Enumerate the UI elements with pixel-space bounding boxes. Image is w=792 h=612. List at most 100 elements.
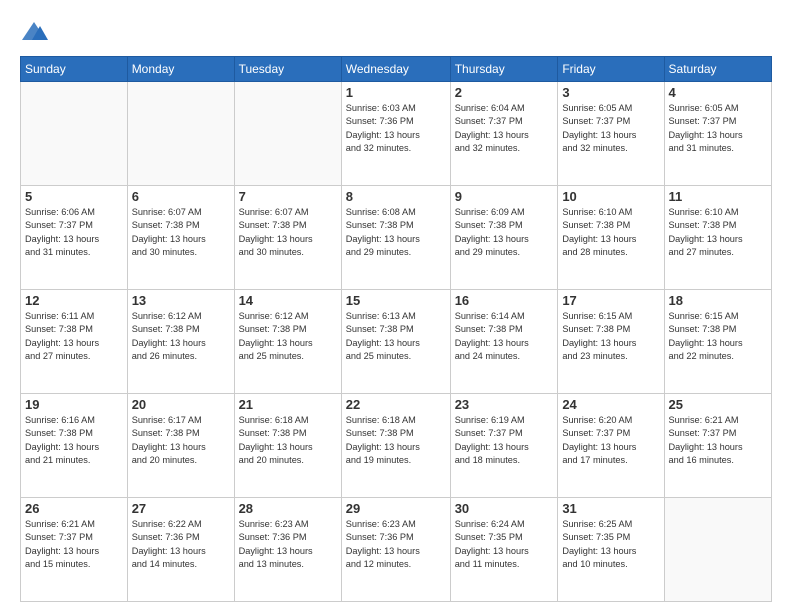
day-info: Sunrise: 6:07 AM Sunset: 7:38 PM Dayligh… — [132, 206, 230, 259]
day-info: Sunrise: 6:05 AM Sunset: 7:37 PM Dayligh… — [669, 102, 767, 155]
calendar-cell — [21, 82, 128, 186]
calendar-cell: 8 Sunrise: 6:08 AM Sunset: 7:38 PM Daylig… — [341, 186, 450, 290]
calendar-cell: 26 Sunrise: 6:21 AM Sunset: 7:37 PM Dayli… — [21, 498, 128, 602]
day-number: 20 — [132, 397, 230, 412]
calendar-cell: 9 Sunrise: 6:09 AM Sunset: 7:38 PM Daylig… — [450, 186, 558, 290]
calendar-cell — [127, 82, 234, 186]
day-info: Sunrise: 6:21 AM Sunset: 7:37 PM Dayligh… — [669, 414, 767, 467]
day-info: Sunrise: 6:24 AM Sunset: 7:35 PM Dayligh… — [455, 518, 554, 571]
calendar-cell: 17 Sunrise: 6:15 AM Sunset: 7:38 PM Dayli… — [558, 290, 664, 394]
calendar-cell: 10 Sunrise: 6:10 AM Sunset: 7:38 PM Dayli… — [558, 186, 664, 290]
day-number: 17 — [562, 293, 659, 308]
header-day: Monday — [127, 57, 234, 82]
calendar-cell: 15 Sunrise: 6:13 AM Sunset: 7:38 PM Dayli… — [341, 290, 450, 394]
day-number: 28 — [239, 501, 337, 516]
day-info: Sunrise: 6:03 AM Sunset: 7:36 PM Dayligh… — [346, 102, 446, 155]
logo — [20, 18, 52, 46]
day-info: Sunrise: 6:12 AM Sunset: 7:38 PM Dayligh… — [239, 310, 337, 363]
day-info: Sunrise: 6:21 AM Sunset: 7:37 PM Dayligh… — [25, 518, 123, 571]
day-number: 25 — [669, 397, 767, 412]
day-number: 9 — [455, 189, 554, 204]
day-number: 27 — [132, 501, 230, 516]
header-row: SundayMondayTuesdayWednesdayThursdayFrid… — [21, 57, 772, 82]
day-info: Sunrise: 6:20 AM Sunset: 7:37 PM Dayligh… — [562, 414, 659, 467]
header-day: Wednesday — [341, 57, 450, 82]
day-info: Sunrise: 6:04 AM Sunset: 7:37 PM Dayligh… — [455, 102, 554, 155]
day-info: Sunrise: 6:08 AM Sunset: 7:38 PM Dayligh… — [346, 206, 446, 259]
calendar-cell — [234, 82, 341, 186]
day-number: 12 — [25, 293, 123, 308]
day-info: Sunrise: 6:18 AM Sunset: 7:38 PM Dayligh… — [239, 414, 337, 467]
calendar-cell: 30 Sunrise: 6:24 AM Sunset: 7:35 PM Dayli… — [450, 498, 558, 602]
calendar-body: 1 Sunrise: 6:03 AM Sunset: 7:36 PM Daylig… — [21, 82, 772, 602]
day-number: 10 — [562, 189, 659, 204]
day-number: 16 — [455, 293, 554, 308]
day-info: Sunrise: 6:10 AM Sunset: 7:38 PM Dayligh… — [669, 206, 767, 259]
day-number: 1 — [346, 85, 446, 100]
day-number: 8 — [346, 189, 446, 204]
calendar-cell: 18 Sunrise: 6:15 AM Sunset: 7:38 PM Dayli… — [664, 290, 771, 394]
calendar-cell: 22 Sunrise: 6:18 AM Sunset: 7:38 PM Dayli… — [341, 394, 450, 498]
calendar-cell: 4 Sunrise: 6:05 AM Sunset: 7:37 PM Daylig… — [664, 82, 771, 186]
calendar-week-row: 26 Sunrise: 6:21 AM Sunset: 7:37 PM Dayli… — [21, 498, 772, 602]
calendar-cell: 23Sunrise: 6:19 AM Sunset: 7:37 PM Dayli… — [450, 394, 558, 498]
calendar-cell: 31 Sunrise: 6:25 AM Sunset: 7:35 PM Dayli… — [558, 498, 664, 602]
day-info: Sunrise: 6:18 AM Sunset: 7:38 PM Dayligh… — [346, 414, 446, 467]
day-number: 22 — [346, 397, 446, 412]
calendar-week-row: 12 Sunrise: 6:11 AM Sunset: 7:38 PM Dayli… — [21, 290, 772, 394]
day-info: Sunrise: 6:13 AM Sunset: 7:38 PM Dayligh… — [346, 310, 446, 363]
calendar-cell: 6 Sunrise: 6:07 AM Sunset: 7:38 PM Daylig… — [127, 186, 234, 290]
day-number: 21 — [239, 397, 337, 412]
day-number: 30 — [455, 501, 554, 516]
calendar-week-row: 5 Sunrise: 6:06 AM Sunset: 7:37 PM Daylig… — [21, 186, 772, 290]
calendar-cell: 16Sunrise: 6:14 AM Sunset: 7:38 PM Dayli… — [450, 290, 558, 394]
day-number: 11 — [669, 189, 767, 204]
day-number: 26 — [25, 501, 123, 516]
day-number: 18 — [669, 293, 767, 308]
calendar-cell: 19 Sunrise: 6:16 AM Sunset: 7:38 PM Dayli… — [21, 394, 128, 498]
day-info: Sunrise: 6:09 AM Sunset: 7:38 PM Dayligh… — [455, 206, 554, 259]
day-number: 31 — [562, 501, 659, 516]
calendar-header: SundayMondayTuesdayWednesdayThursdayFrid… — [21, 57, 772, 82]
calendar-cell: 21 Sunrise: 6:18 AM Sunset: 7:38 PM Dayli… — [234, 394, 341, 498]
header-day: Thursday — [450, 57, 558, 82]
day-number: 19 — [25, 397, 123, 412]
day-info: Sunrise: 6:11 AM Sunset: 7:38 PM Dayligh… — [25, 310, 123, 363]
day-number: 23 — [455, 397, 554, 412]
day-number: 29 — [346, 501, 446, 516]
calendar-cell: 14Sunrise: 6:12 AM Sunset: 7:38 PM Dayli… — [234, 290, 341, 394]
day-info: Sunrise: 6:10 AM Sunset: 7:38 PM Dayligh… — [562, 206, 659, 259]
day-number: 15 — [346, 293, 446, 308]
day-info: Sunrise: 6:16 AM Sunset: 7:38 PM Dayligh… — [25, 414, 123, 467]
day-info: Sunrise: 6:22 AM Sunset: 7:36 PM Dayligh… — [132, 518, 230, 571]
day-info: Sunrise: 6:06 AM Sunset: 7:37 PM Dayligh… — [25, 206, 123, 259]
header-day: Tuesday — [234, 57, 341, 82]
calendar-table: SundayMondayTuesdayWednesdayThursdayFrid… — [20, 56, 772, 602]
logo-icon — [20, 18, 48, 46]
header — [20, 18, 772, 46]
day-number: 5 — [25, 189, 123, 204]
calendar-cell: 5 Sunrise: 6:06 AM Sunset: 7:37 PM Daylig… — [21, 186, 128, 290]
header-day: Friday — [558, 57, 664, 82]
calendar-cell: 2 Sunrise: 6:04 AM Sunset: 7:37 PM Daylig… — [450, 82, 558, 186]
calendar-cell: 12 Sunrise: 6:11 AM Sunset: 7:38 PM Dayli… — [21, 290, 128, 394]
day-info: Sunrise: 6:25 AM Sunset: 7:35 PM Dayligh… — [562, 518, 659, 571]
day-info: Sunrise: 6:15 AM Sunset: 7:38 PM Dayligh… — [562, 310, 659, 363]
calendar-cell: 28 Sunrise: 6:23 AM Sunset: 7:36 PM Dayli… — [234, 498, 341, 602]
header-day: Sunday — [21, 57, 128, 82]
day-number: 2 — [455, 85, 554, 100]
calendar-cell: 7Sunrise: 6:07 AM Sunset: 7:38 PM Daylig… — [234, 186, 341, 290]
calendar-cell: 3Sunrise: 6:05 AM Sunset: 7:37 PM Daylig… — [558, 82, 664, 186]
day-number: 24 — [562, 397, 659, 412]
day-number: 6 — [132, 189, 230, 204]
day-info: Sunrise: 6:15 AM Sunset: 7:38 PM Dayligh… — [669, 310, 767, 363]
calendar-cell: 29Sunrise: 6:23 AM Sunset: 7:36 PM Dayli… — [341, 498, 450, 602]
day-info: Sunrise: 6:12 AM Sunset: 7:38 PM Dayligh… — [132, 310, 230, 363]
calendar-cell: 24 Sunrise: 6:20 AM Sunset: 7:37 PM Dayli… — [558, 394, 664, 498]
calendar-cell: 27 Sunrise: 6:22 AM Sunset: 7:36 PM Dayli… — [127, 498, 234, 602]
calendar-week-row: 1 Sunrise: 6:03 AM Sunset: 7:36 PM Daylig… — [21, 82, 772, 186]
calendar-cell: 11 Sunrise: 6:10 AM Sunset: 7:38 PM Dayli… — [664, 186, 771, 290]
day-info: Sunrise: 6:23 AM Sunset: 7:36 PM Dayligh… — [239, 518, 337, 571]
day-number: 4 — [669, 85, 767, 100]
day-info: Sunrise: 6:05 AM Sunset: 7:37 PM Dayligh… — [562, 102, 659, 155]
